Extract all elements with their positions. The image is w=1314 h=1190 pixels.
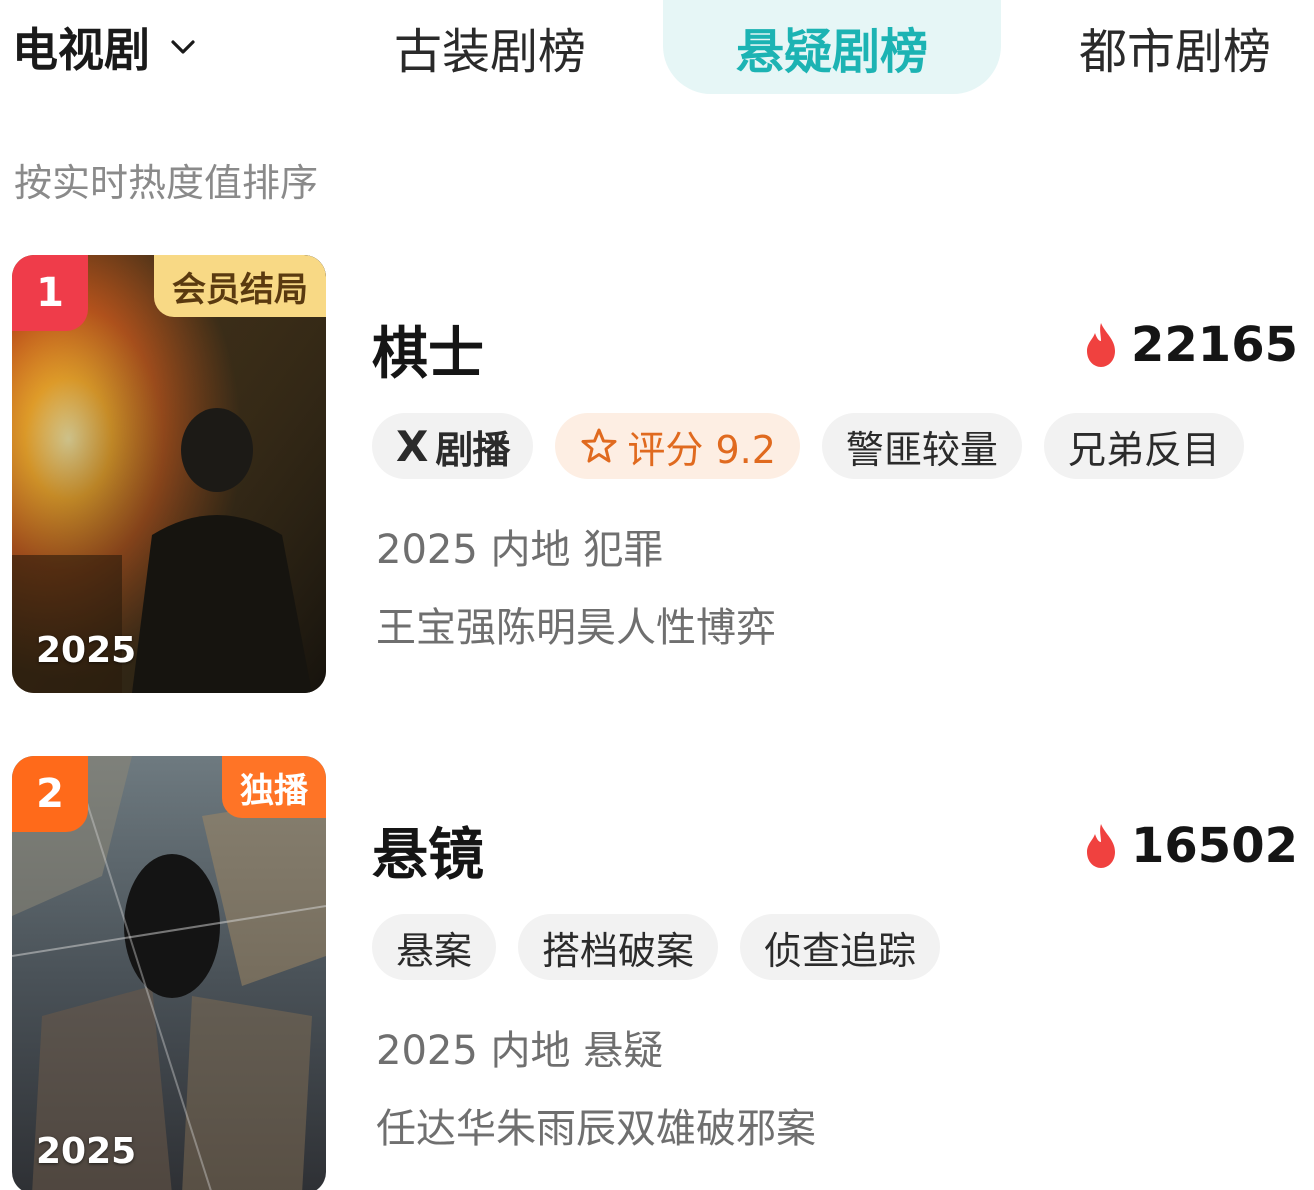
drama-description: 王宝强陈明昊人性博弈 [376, 605, 776, 651]
top-tab-bar: 电视剧 古装剧榜 悬疑剧榜 都市剧榜 [0, 0, 1314, 100]
theme-tag[interactable]: 兄弟反目 [1043, 413, 1244, 479]
tab-label: 都市剧榜 [1078, 24, 1271, 80]
tab-urban-drama[interactable]: 都市剧榜 [1050, 0, 1300, 94]
heat-score: 22165 [1081, 317, 1298, 373]
poster-image[interactable]: 1 会员结局 2025 [12, 255, 326, 693]
vip-finale-badge: 会员结局 [154, 255, 326, 317]
heat-value: 16502 [1131, 818, 1298, 874]
rating-label: 评分 9.2 [627, 427, 776, 472]
drama-title[interactable]: 悬镜 [372, 810, 484, 891]
star-outline-icon [581, 428, 617, 463]
sort-hint: 按实时热度值排序 [14, 161, 319, 205]
drama-title[interactable]: 棋士 [372, 309, 484, 390]
flame-icon [1087, 824, 1115, 868]
ranking-page: 电视剧 古装剧榜 悬疑剧榜 都市剧榜 按实时热度值排序 1 会员结局 2025 … [0, 0, 1314, 1190]
tab-label: 古装剧榜 [393, 24, 586, 80]
theme-tag[interactable]: 警匪较量 [821, 413, 1022, 479]
platform-tag[interactable]: X 剧播 [372, 413, 534, 479]
rating-tag[interactable]: 评分 9.2 [555, 413, 800, 479]
poster-image[interactable]: 2 独播 2025 [12, 756, 326, 1190]
drama-description: 任达华朱雨辰双雄破邪案 [376, 1106, 816, 1152]
x-logo-icon: X [396, 421, 428, 471]
list-item[interactable]: 2 独播 2025 悬镜 16502 悬案 搭档破案 侦查追踪 2025 内地 … [0, 756, 1314, 1190]
tab-costume-drama[interactable]: 古装剧榜 [365, 0, 615, 94]
chevron-down-icon [171, 40, 195, 54]
drama-meta: 2025 内地 犯罪 [376, 527, 664, 573]
tag-row: 悬案 搭档破案 侦查追踪 [372, 914, 941, 980]
theme-tag[interactable]: 侦查追踪 [740, 914, 941, 980]
heat-score: 16502 [1081, 818, 1298, 874]
list-item[interactable]: 1 会员结局 2025 棋士 22165 X 剧播 评分 9.2 警匪较量 兄弟 [0, 255, 1314, 695]
tag-row: X 剧播 评分 9.2 警匪较量 兄弟反目 [372, 413, 1244, 479]
drama-meta: 2025 内地 悬疑 [376, 1028, 664, 1074]
flame-icon [1087, 323, 1115, 367]
theme-tag[interactable]: 搭档破案 [518, 914, 719, 980]
theme-tag[interactable]: 悬案 [372, 914, 497, 980]
tab-mystery-drama[interactable]: 悬疑剧榜 [663, 0, 1001, 94]
category-dropdown[interactable]: 电视剧 [12, 12, 198, 82]
tab-label: 悬疑剧榜 [735, 24, 928, 80]
exclusive-badge: 独播 [222, 756, 326, 818]
heat-value: 22165 [1131, 317, 1298, 373]
category-label: 电视剧 [12, 23, 150, 77]
rank-badge: 2 [12, 756, 88, 832]
poster-year: 2025 [36, 1131, 137, 1172]
platform-tag-label: 剧播 [435, 427, 510, 472]
rank-badge: 1 [12, 255, 88, 331]
poster-year: 2025 [36, 630, 137, 671]
